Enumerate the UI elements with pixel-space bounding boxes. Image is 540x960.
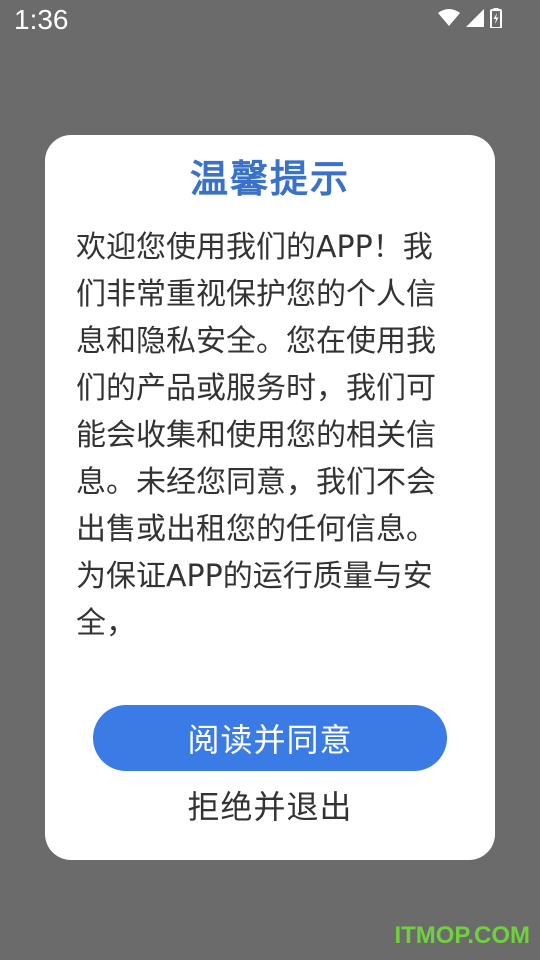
wifi-icon <box>438 9 460 27</box>
dialog-title: 温馨提示 <box>189 157 350 201</box>
dialog-body-text[interactable]: 欢迎您使用我们的APP！我们非常重视保护您的个人信息和隐私安全。您在使用我们的产… <box>76 224 460 664</box>
cellular-signal-icon <box>466 9 484 27</box>
status-bar: 1:36 <box>0 0 540 48</box>
status-time: 1:36 <box>14 4 69 35</box>
watermark: ITMOP.COM <box>394 922 530 949</box>
battery-charging-icon <box>490 8 502 28</box>
agree-button[interactable]: 阅读并同意 <box>93 705 447 771</box>
exit-button[interactable]: 拒绝并退出 <box>93 776 447 834</box>
status-icons <box>438 8 502 28</box>
